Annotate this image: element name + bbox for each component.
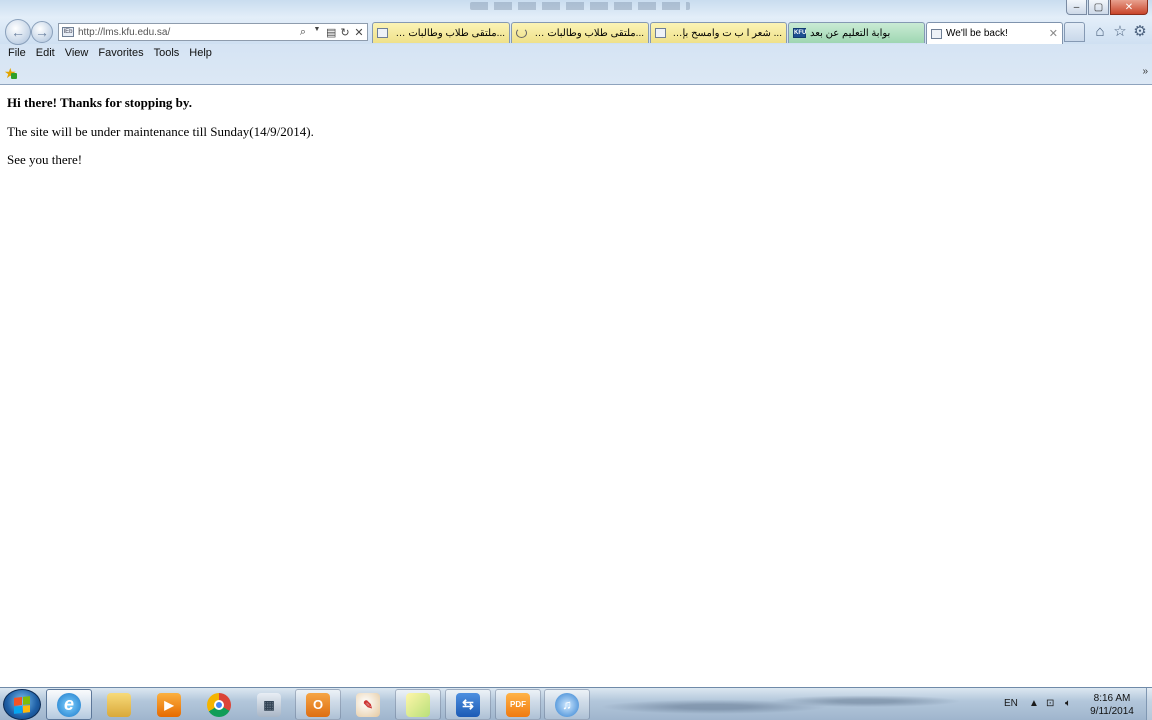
outlook-icon: O	[306, 692, 330, 717]
gear-icon[interactable]: ⚙	[1131, 22, 1149, 40]
maximize-button[interactable]: ▢	[1088, 0, 1109, 15]
taskbar-media-player[interactable]: ▶	[146, 689, 192, 720]
page-icon	[377, 28, 388, 38]
volume-icon[interactable]: 🔈︎	[1065, 698, 1071, 709]
taskbar-outlook[interactable]: O	[295, 689, 341, 720]
window-controls: – ▢ ✕	[1066, 0, 1148, 15]
taskbar: e ▶ ▦ O ✎ ⇆ PDF ♫ EN ▲ ⊡ 🔈︎ 8:16 AM 9/11…	[0, 687, 1152, 720]
close-window-button[interactable]: ✕	[1110, 0, 1148, 15]
tab-distance-learning[interactable]: KFU بوابة التعليم عن بعد	[788, 22, 925, 43]
system-clock[interactable]: 8:16 AM 9/11/2014	[1082, 692, 1142, 718]
add-favorite-icon[interactable]: ★	[4, 66, 18, 80]
site-favicon-icon: IEb	[62, 27, 74, 37]
show-desktop-button[interactable]	[1146, 688, 1152, 720]
page-icon	[931, 28, 942, 39]
taskbar-itunes[interactable]: ♫	[544, 689, 590, 720]
address-bar[interactable]: IEb http://lms.kfu.edu.sa/ ⌕ ▼ ▤ ↻ ✕	[58, 23, 368, 41]
taskbar-team-viewer[interactable]: ⇆	[445, 689, 491, 720]
start-button[interactable]	[3, 689, 41, 720]
show-hidden-icons-icon[interactable]: ▲	[1029, 698, 1039, 709]
page-heading: Hi there! Thanks for stopping by.	[7, 95, 192, 110]
menu-file[interactable]: File	[3, 47, 31, 59]
clock-date: 9/11/2014	[1090, 706, 1134, 717]
favorites-bar: ★ »	[0, 62, 1152, 84]
menu-view[interactable]: View	[60, 47, 94, 59]
taskbar-chrome[interactable]	[196, 689, 242, 720]
calculator-icon: ▦	[257, 692, 281, 717]
taskbar-paint[interactable]: ✎	[345, 689, 391, 720]
close-tab-icon[interactable]: ✕	[1049, 27, 1058, 40]
itunes-icon: ♫	[555, 692, 579, 717]
chrome-icon	[207, 692, 231, 717]
favorites-bar-chevron[interactable]: »	[1142, 66, 1148, 77]
tab-label: ...ملتقى طلاب وطالبات جامعة الم	[392, 27, 505, 39]
language-indicator[interactable]: EN	[1004, 698, 1018, 709]
page-icon	[655, 28, 666, 38]
kfu-icon: KFU	[793, 28, 807, 38]
tab-forum-2[interactable]: ...ملتقى طلاب وطالبات جامعة الم	[511, 22, 649, 43]
tab-label: ... شعر أ ب ت وامسح بإصبعي	[670, 27, 782, 39]
forward-arrow-icon: →	[35, 24, 49, 40]
taskbar-calculator[interactable]: ▦	[246, 689, 292, 720]
tab-label: بوابة التعليم عن بعد	[810, 27, 891, 39]
tab-we-will-be-back[interactable]: We'll be back! ✕	[926, 22, 1063, 44]
windows-logo-icon	[14, 695, 30, 714]
search-icon[interactable]: ⌕	[298, 26, 308, 39]
network-icon[interactable]: ⊡	[1046, 698, 1054, 709]
folder-icon	[107, 692, 131, 717]
back-button[interactable]: ←	[5, 19, 31, 45]
menu-help[interactable]: Help	[184, 47, 217, 59]
internet-explorer-icon: e	[57, 692, 81, 717]
page-content: Hi there! Thanks for stopping by. The si…	[0, 86, 1152, 687]
notes-icon	[406, 692, 430, 717]
stop-icon[interactable]: ✕	[354, 26, 364, 39]
loading-icon	[516, 28, 527, 38]
tab-label: ...ملتقى طلاب وطالبات جامعة الم	[531, 27, 644, 39]
maintenance-notice: The site will be under maintenance till …	[7, 124, 314, 139]
back-arrow-icon: ←	[11, 24, 25, 40]
dropdown-icon[interactable]: ▼	[312, 26, 322, 39]
taskbar-windows-explorer[interactable]	[96, 689, 142, 720]
forward-button[interactable]: →	[31, 21, 53, 43]
address-bar-icons: ⌕ ▼ ▤ ↻ ✕	[298, 26, 367, 39]
see-you-text: See you there!	[7, 152, 83, 167]
menu-bar: File Edit View Favorites Tools Help	[0, 44, 1152, 62]
menu-tools[interactable]: Tools	[149, 47, 185, 59]
taskbar-foxit-pdf[interactable]: PDF	[495, 689, 541, 720]
address-url[interactable]: http://lms.kfu.edu.sa/	[78, 27, 298, 38]
refresh-icon[interactable]: ↻	[340, 26, 350, 39]
paint-icon: ✎	[356, 692, 380, 717]
menu-edit[interactable]: Edit	[31, 47, 60, 59]
window-title-blurred	[470, 2, 690, 10]
tab-label: We'll be back!	[946, 28, 1008, 39]
compatibility-icon[interactable]: ▤	[326, 26, 336, 39]
pdf-icon: PDF	[506, 692, 530, 717]
media-player-icon: ▶	[157, 692, 181, 717]
clock-time: 8:16 AM	[1093, 693, 1131, 704]
tab-poem[interactable]: ... شعر أ ب ت وامسح بإصبعي	[650, 22, 787, 43]
taskbar-notes[interactable]	[395, 689, 441, 720]
favorites-star-icon[interactable]: ☆	[1111, 22, 1129, 40]
team-viewer-icon: ⇆	[456, 692, 480, 717]
new-tab-button[interactable]	[1064, 22, 1085, 42]
home-icon[interactable]: ⌂	[1091, 22, 1109, 40]
minimize-button[interactable]: –	[1066, 0, 1087, 15]
menu-favorites[interactable]: Favorites	[93, 47, 148, 59]
browser-chrome: – ▢ ✕ ← → IEb http://lms.kfu.edu.sa/ ⌕ ▼…	[0, 0, 1152, 85]
tab-forum-1[interactable]: ...ملتقى طلاب وطالبات جامعة الم	[372, 22, 510, 43]
taskbar-internet-explorer[interactable]: e	[46, 689, 92, 720]
